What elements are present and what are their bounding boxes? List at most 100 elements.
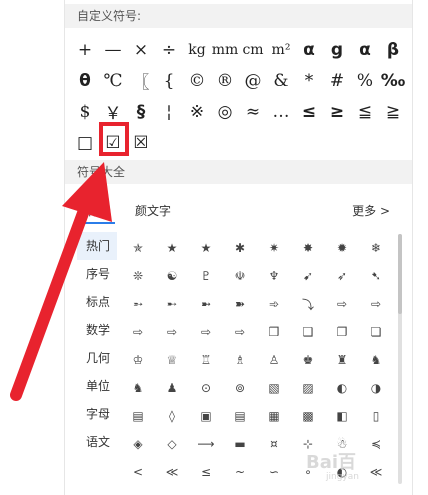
- custom-symbol[interactable]: ÷: [155, 34, 183, 65]
- custom-symbol[interactable]: θ: [71, 65, 99, 96]
- symbol-cell[interactable]: ◧: [325, 402, 359, 430]
- symbol-cell[interactable]: ◈: [121, 430, 155, 458]
- custom-symbol[interactable]: {: [155, 65, 183, 96]
- more-link[interactable]: 更多 >: [352, 202, 390, 219]
- symbol-cell[interactable]: ≤: [189, 458, 223, 486]
- symbol-cell[interactable]: ⊙: [189, 374, 223, 402]
- symbol-cell[interactable]: ▧: [257, 374, 291, 402]
- symbol-cell[interactable]: ❊: [121, 262, 155, 290]
- symbol-cell[interactable]: ▣: [189, 402, 223, 430]
- custom-symbol[interactable]: ≦: [351, 96, 379, 127]
- symbol-cell[interactable]: ∽: [257, 458, 291, 486]
- symbol-cell[interactable]: ▩: [291, 402, 325, 430]
- symbol-cell[interactable]: ♇: [189, 262, 223, 290]
- custom-symbol[interactable]: #: [323, 65, 351, 96]
- symbol-cell[interactable]: ◇: [155, 430, 189, 458]
- custom-symbol[interactable]: α: [351, 34, 379, 65]
- custom-symbol[interactable]: cm: [239, 34, 267, 65]
- symbol-cell[interactable]: ♔: [121, 346, 155, 374]
- symbol-cell[interactable]: ➵: [121, 290, 155, 318]
- symbol-scrollbar[interactable]: [398, 234, 402, 484]
- tab-symbol[interactable]: 符号: [87, 202, 111, 219]
- custom-symbol[interactable]: m²: [267, 34, 295, 65]
- custom-symbol[interactable]: $: [71, 96, 99, 127]
- symbol-cell[interactable]: ➷: [359, 262, 393, 290]
- custom-symbol[interactable]: g: [323, 34, 351, 65]
- symbol-cell[interactable]: ⊚: [223, 374, 257, 402]
- scroll-thumb[interactable]: [398, 234, 402, 314]
- symbol-cell[interactable]: ✹: [325, 234, 359, 262]
- tab-kaomoji[interactable]: 颜文字: [135, 202, 171, 219]
- symbol-cell[interactable]: ★: [189, 234, 223, 262]
- symbol-cell[interactable]: ⇨: [359, 290, 393, 318]
- symbol-cell[interactable]: ➽: [223, 290, 257, 318]
- custom-symbol[interactable]: …: [267, 96, 295, 127]
- symbol-cell[interactable]: ⇨: [325, 290, 359, 318]
- category-item[interactable]: 热门: [77, 232, 117, 260]
- custom-symbol[interactable]: ≈: [239, 96, 267, 127]
- symbol-cell[interactable]: ⟶: [189, 430, 223, 458]
- custom-symbol[interactable]: &: [267, 65, 295, 96]
- symbol-cell[interactable]: ❐: [325, 318, 359, 346]
- symbol-cell[interactable]: <: [121, 458, 155, 486]
- symbol-cell[interactable]: ◑: [359, 374, 393, 402]
- symbol-cell[interactable]: ⇨: [223, 318, 257, 346]
- custom-symbol[interactable]: ≤: [295, 96, 323, 127]
- symbol-cell[interactable]: ⇨: [121, 318, 155, 346]
- custom-symbol[interactable]: @: [239, 65, 267, 96]
- category-item[interactable]: 单位: [77, 372, 117, 400]
- custom-symbol[interactable]: ≥: [323, 96, 351, 127]
- symbol-cell[interactable]: ✸: [291, 234, 325, 262]
- symbol-cell[interactable]: ≪: [155, 458, 189, 486]
- symbol-cell[interactable]: ➸: [155, 290, 189, 318]
- symbol-cell[interactable]: ♟: [155, 374, 189, 402]
- symbol-cell[interactable]: ❑: [291, 318, 325, 346]
- custom-symbol[interactable]: +: [71, 34, 99, 65]
- custom-symbol[interactable]: %: [351, 65, 379, 96]
- symbol-cell[interactable]: ⇨: [189, 318, 223, 346]
- custom-symbol[interactable]: α: [295, 34, 323, 65]
- category-item[interactable]: 标点: [77, 288, 117, 316]
- custom-symbol[interactable]: 〖: [127, 65, 155, 96]
- symbol-cell[interactable]: ✯: [121, 234, 155, 262]
- symbol-cell[interactable]: ♞: [359, 346, 393, 374]
- symbol-cell[interactable]: ❏: [359, 318, 393, 346]
- custom-symbol[interactable]: ‰: [379, 65, 407, 96]
- symbol-cell[interactable]: ♕: [155, 346, 189, 374]
- custom-symbol[interactable]: —: [99, 34, 127, 65]
- custom-symbol[interactable]: §: [127, 96, 155, 127]
- category-item[interactable]: 几何: [77, 344, 117, 372]
- symbol-cell[interactable]: ♗: [223, 346, 257, 374]
- symbol-cell[interactable]: ♜: [325, 346, 359, 374]
- symbol-cell[interactable]: ❒: [257, 318, 291, 346]
- symbol-cell[interactable]: ➾: [257, 290, 291, 318]
- custom-symbol[interactable]: ◎: [211, 96, 239, 127]
- symbol-cell[interactable]: ▤: [223, 402, 257, 430]
- symbol-cell[interactable]: ¤: [257, 430, 291, 458]
- symbol-cell[interactable]: ➹: [291, 262, 325, 290]
- custom-symbol[interactable]: *: [295, 65, 323, 96]
- symbol-cell[interactable]: ✷: [257, 234, 291, 262]
- symbol-cell[interactable]: ▨: [291, 374, 325, 402]
- symbol-cell[interactable]: ▯: [359, 402, 393, 430]
- symbol-cell[interactable]: ☫: [223, 262, 257, 290]
- symbol-cell[interactable]: ➶: [325, 262, 359, 290]
- custom-symbol[interactable]: ※: [183, 96, 211, 127]
- symbol-cell[interactable]: ★: [155, 234, 189, 262]
- symbol-cell[interactable]: ♞: [121, 374, 155, 402]
- custom-symbol[interactable]: β: [379, 34, 407, 65]
- symbol-cell[interactable]: ♚: [291, 346, 325, 374]
- symbol-cell[interactable]: ☯: [155, 262, 189, 290]
- custom-symbol[interactable]: ×: [127, 34, 155, 65]
- custom-symbol[interactable]: ®: [211, 65, 239, 96]
- custom-symbol[interactable]: kg: [183, 34, 211, 65]
- symbol-cell[interactable]: ♖: [189, 346, 223, 374]
- symbol-cell[interactable]: ▤: [121, 402, 155, 430]
- symbol-cell[interactable]: ▬: [223, 430, 257, 458]
- category-item[interactable]: 字母: [77, 400, 117, 428]
- symbol-cell[interactable]: ➼: [189, 290, 223, 318]
- category-item[interactable]: 序号: [77, 260, 117, 288]
- symbol-cell[interactable]: ◊: [155, 402, 189, 430]
- symbol-cell[interactable]: ◐: [325, 374, 359, 402]
- symbol-cell[interactable]: ▦: [257, 402, 291, 430]
